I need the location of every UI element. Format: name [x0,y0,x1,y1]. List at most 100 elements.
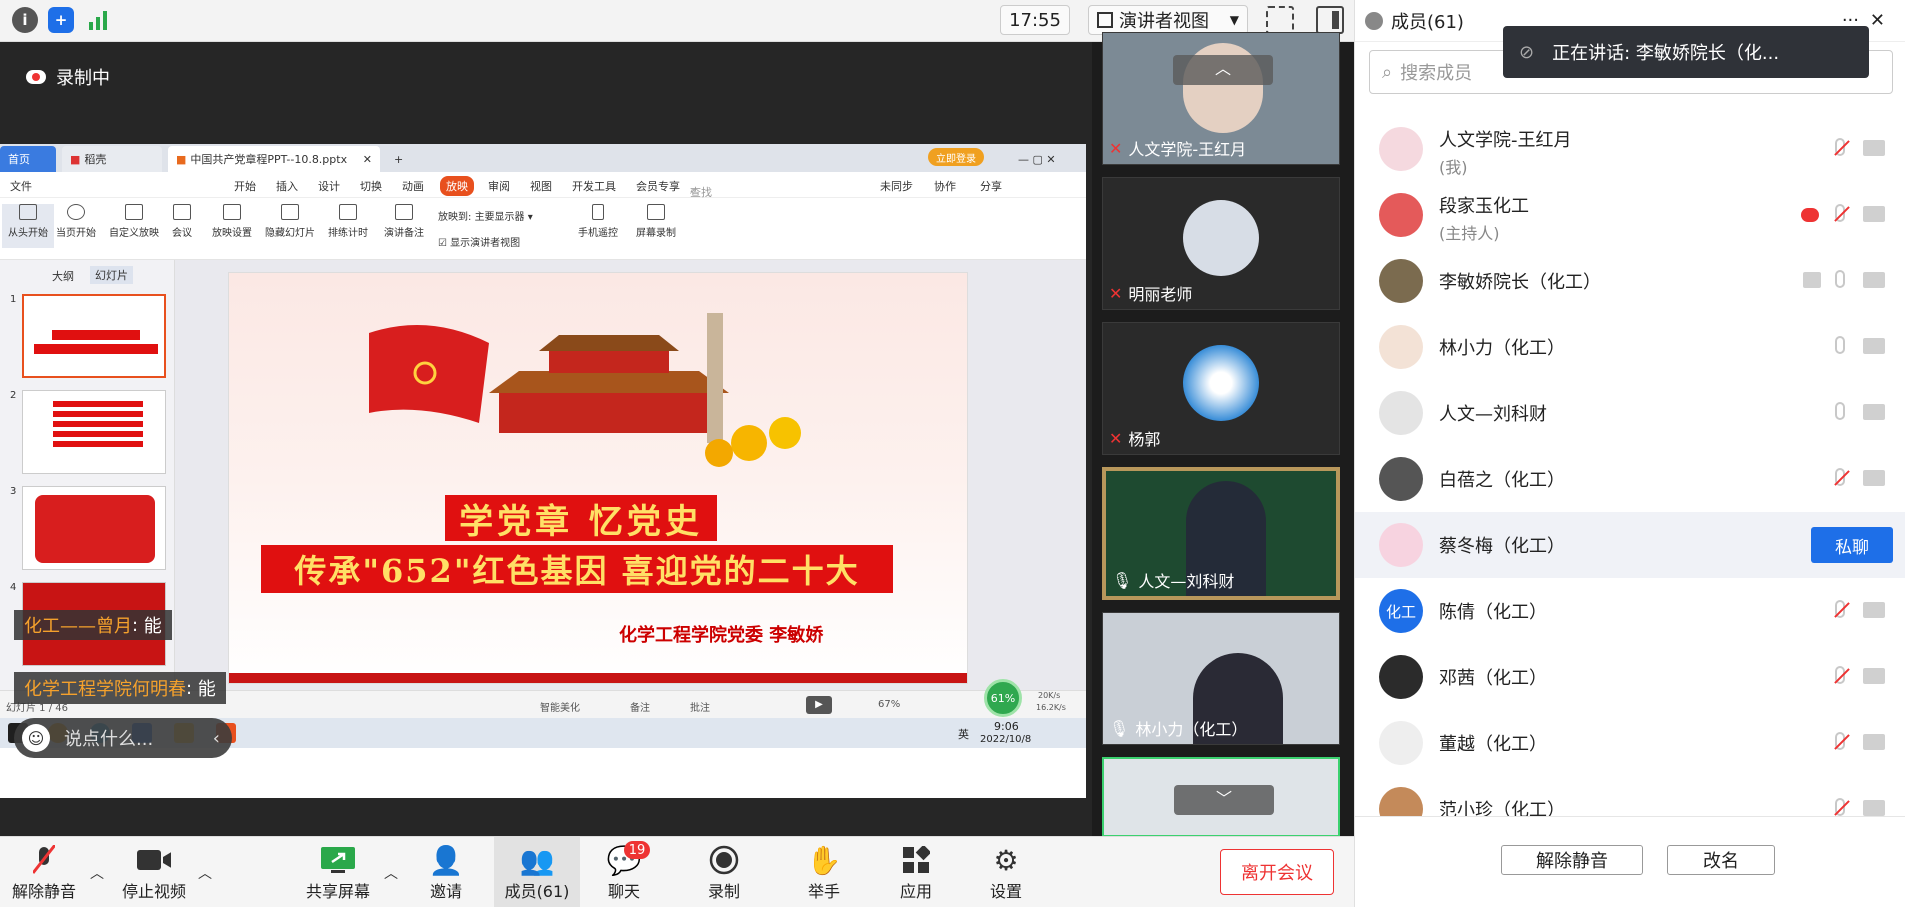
camera-icon[interactable] [1863,734,1885,750]
mic-icon[interactable] [1835,270,1845,288]
video-tile[interactable]: 🎙 林小力（化工） [1102,612,1340,745]
ribbon-hide-slide[interactable]: 隐藏幻灯片 [264,204,316,239]
play-slideshow-icon[interactable]: ▶ [806,696,832,714]
member-row[interactable]: 人文学院-王红月 (我) [1355,116,1905,182]
mic-muted-icon[interactable] [1835,138,1845,156]
mic-muted-icon[interactable] [1835,204,1845,222]
camera-icon[interactable] [1863,206,1885,222]
member-row[interactable]: 董越（化工） [1355,710,1905,776]
menu-start[interactable]: 开始 [234,178,256,194]
rename-button[interactable]: 改名 [1667,845,1775,875]
unmute-all-button[interactable]: 解除静音 [1501,845,1643,875]
stop-video-button[interactable]: 停止视频 [114,837,194,907]
member-row[interactable]: 邓茜（化工） [1355,644,1905,710]
menu-design[interactable]: 设计 [318,178,340,194]
menu-transition[interactable]: 切换 [360,178,382,194]
network-signal-icon[interactable] [86,7,112,33]
scroll-down-icon[interactable]: ﹀ [1174,785,1274,815]
close-icon[interactable]: ✕ [1870,10,1885,31]
settings-button[interactable]: ⚙ 设置 [966,837,1046,907]
menu-insert[interactable]: 插入 [276,178,298,194]
sync-status[interactable]: 未同步 [880,178,913,194]
video-options-caret-icon[interactable]: ︿ [198,863,212,883]
chevron-left-icon[interactable]: ‹ [213,728,220,749]
member-row[interactable]: 李敏娇院长（化工） [1355,248,1905,314]
raise-hand-button[interactable]: ✋ 举手 [784,837,864,907]
ribbon-phone-remote[interactable]: 手机遥控 [572,204,624,239]
pane-tab-slides[interactable]: 幻灯片 [90,266,133,284]
new-tab-icon[interactable]: + [386,146,411,172]
menu-devtools[interactable]: 开发工具 [572,178,616,194]
mic-icon[interactable] [1835,336,1845,354]
member-row[interactable]: 白蓓之（化工） [1355,446,1905,512]
slide-thumbnail[interactable] [22,486,166,570]
menu-animation[interactable]: 动画 [402,178,424,194]
scroll-up-icon[interactable]: ︿ [1173,55,1273,85]
member-row[interactable]: 林小力（化工） [1355,314,1905,380]
smart-beautify-button[interactable]: 智能美化 [540,699,580,714]
mic-muted-icon[interactable] [1835,666,1845,684]
ribbon-notes[interactable]: 演讲备注 [378,204,430,239]
private-chat-button[interactable]: 私聊 [1811,527,1893,563]
mic-muted-icon[interactable] [1835,468,1845,486]
share-doc-button[interactable]: 分享 [980,178,1002,194]
menu-view[interactable]: 视图 [530,178,552,194]
input-language[interactable]: 英 [958,726,969,742]
security-shield-icon[interactable]: + [48,7,74,33]
ribbon-meeting[interactable]: 会议 [156,204,208,239]
member-row[interactable]: 化工 陈倩（化工） [1355,578,1905,644]
menu-review[interactable]: 审阅 [488,178,510,194]
share-screen-button[interactable]: 共享屏幕 [298,837,378,907]
camera-icon[interactable] [1863,338,1885,354]
record-button[interactable]: 录制 [684,837,764,907]
camera-icon[interactable] [1863,470,1885,486]
view-mode-select[interactable]: 演讲者视图 ▼ [1088,5,1248,35]
video-tile[interactable]: ﹀ [1102,757,1340,837]
menu-slideshow[interactable]: 放映 [440,176,474,196]
collaborate-button[interactable]: 协作 [934,178,956,194]
invite-button[interactable]: 👤 邀请 [406,837,486,907]
camera-icon[interactable] [1863,272,1885,288]
tab-close-icon[interactable]: ✕ [363,153,372,166]
mic-muted-icon[interactable] [1835,798,1845,816]
login-button[interactable]: 立即登录 [928,148,984,166]
wps-tab-home[interactable]: 首页 [0,146,56,172]
emoji-icon[interactable]: ☺ [22,724,50,752]
ribbon-screen-record[interactable]: 屏幕录制 [630,204,682,239]
sidebar-toggle-icon[interactable] [1316,6,1344,34]
ribbon-custom-show[interactable]: 自定义放映 [108,204,160,239]
wps-tab-docer[interactable]: ■ 稻壳 [62,146,162,172]
video-tile[interactable]: ✕ 杨郭 [1102,322,1340,455]
comments-toggle[interactable]: 批注 [690,699,710,714]
camera-icon[interactable] [1863,668,1885,684]
presenter-view-checkbox[interactable]: ☑ 显示演讲者视图 [438,234,520,249]
unmute-button[interactable]: 解除静音 [4,837,84,907]
slide-thumbnail[interactable] [22,294,166,378]
video-tile[interactable]: ✕ 明丽老师 [1102,177,1340,310]
slide-thumbnail[interactable] [22,390,166,474]
member-row[interactable]: 段家玉化工 (主持人) [1355,182,1905,248]
ribbon-rehearse[interactable]: 排练计时 [322,204,374,239]
members-button[interactable]: 👥 成员(61) [494,837,580,907]
menu-file[interactable]: 文件 [10,178,32,194]
audio-options-caret-icon[interactable]: ︿ [90,863,104,883]
ribbon-from-start[interactable]: 从头开始 [2,204,54,248]
window-controls[interactable]: — ▢ ✕ [1010,146,1064,172]
mic-muted-icon[interactable] [1835,600,1845,618]
apps-button[interactable]: 应用 [876,837,956,907]
ribbon-from-current[interactable]: 当页开始 [50,204,102,239]
display-to-select[interactable]: 放映到: 主要显示器 ▾ [438,208,533,223]
chat-quick-input[interactable]: ☺ 说点什么... ‹ [14,718,232,758]
mic-icon[interactable] [1835,402,1845,420]
member-row[interactable]: 范小珍（化工） [1355,776,1905,816]
info-icon[interactable]: i [12,7,38,33]
pane-tab-outline[interactable]: 大纲 [52,268,74,284]
camera-icon[interactable] [1863,140,1885,156]
video-tile[interactable]: 🎙 人文—刘科财 [1102,467,1340,600]
camera-icon[interactable] [1863,404,1885,420]
leave-meeting-button[interactable]: 离开会议 [1220,849,1334,895]
member-row[interactable]: 人文—刘科财 [1355,380,1905,446]
camera-icon[interactable] [1863,602,1885,618]
video-tile[interactable]: ︿ ✕ 人文学院-王红月 [1102,32,1340,165]
wps-tab-document[interactable]: ■ 中国共产党章程PPT--10.8.pptx ✕ [168,146,380,172]
